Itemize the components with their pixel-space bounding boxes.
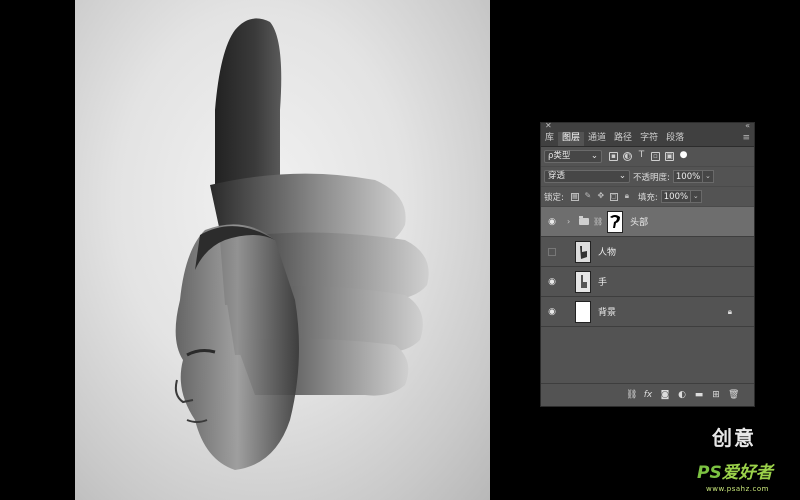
blend-mode-dropdown[interactable]: 穿透 ⌄ bbox=[544, 170, 630, 183]
tab-layers[interactable]: 图层 bbox=[558, 132, 585, 146]
panel-bottom-toolbar: ⛓︎ fx ◙ ◐ ▬ ⊞ 🗑︎ bbox=[541, 383, 754, 406]
expand-chevron-icon[interactable]: › bbox=[567, 217, 575, 226]
lock-icons: ▦ ✎ ✥ ▢ 🔒︎ bbox=[570, 191, 631, 201]
adjustment-filter-icon[interactable]: ◐ bbox=[623, 152, 632, 161]
layer-name[interactable]: 手 bbox=[598, 275, 607, 288]
layer-row-head-group[interactable]: ◉ › ⛓︎ 头部 bbox=[541, 207, 754, 237]
hand-thumb-shape bbox=[581, 274, 587, 288]
filter-icons: ▪ ◐ T ▫ ▣ ● bbox=[609, 151, 688, 161]
panel-titlebar: ✕ « bbox=[541, 121, 754, 132]
chevron-down-icon: ⌄ bbox=[590, 151, 598, 161]
chevron-down-icon: ⌄ bbox=[618, 171, 626, 181]
tab-paragraph[interactable]: 段落 bbox=[662, 132, 688, 146]
watermark-brand: PS爱好者 bbox=[697, 458, 773, 483]
layer-mask-thumbnail[interactable] bbox=[607, 210, 624, 233]
layers-panel: ✕ « 库 图层 通道 路径 字符 段落 ≡ ρ类型 ⌄ ▪ ◐ T ▫ ▣ ●… bbox=[540, 121, 755, 407]
lock-position-icon[interactable]: ✥ bbox=[597, 191, 605, 201]
watermark-cn: 爱好者 bbox=[721, 463, 773, 483]
layer-name[interactable]: 头部 bbox=[630, 215, 648, 228]
document-canvas[interactable] bbox=[75, 0, 490, 500]
filter-toggle-icon[interactable]: ● bbox=[679, 151, 688, 161]
lock-transparent-icon[interactable]: ▦ bbox=[570, 192, 579, 201]
layer-thumbnail[interactable] bbox=[575, 240, 591, 263]
collapse-panel-icon[interactable]: « bbox=[745, 121, 750, 130]
lock-artboard-icon[interactable]: ▢ bbox=[609, 192, 618, 201]
thumbs-up-head-artwork bbox=[174, 18, 429, 470]
smart-object-filter-icon[interactable]: ▣ bbox=[665, 152, 674, 161]
layer-thumbnail[interactable] bbox=[575, 300, 591, 323]
shape-filter-icon[interactable]: ▫ bbox=[651, 152, 660, 161]
tab-paths[interactable]: 路径 bbox=[610, 132, 636, 146]
fill-chevron-icon[interactable]: ⌄ bbox=[690, 190, 702, 203]
folder-icon bbox=[579, 216, 589, 225]
filter-kind-dropdown[interactable]: ρ类型 ⌄ bbox=[544, 150, 602, 163]
eye-icon[interactable]: ◉ bbox=[541, 307, 563, 317]
layer-row-background[interactable]: ◉ 背景 🔒︎ bbox=[541, 297, 754, 327]
person-thumb-shape bbox=[580, 245, 587, 259]
filter-kind-label: ρ类型 bbox=[548, 151, 571, 161]
pixel-filter-icon[interactable]: ▪ bbox=[609, 152, 618, 161]
layer-row-person[interactable]: 人物 bbox=[541, 237, 754, 267]
lock-row: 锁定: ▦ ✎ ✥ ▢ 🔒︎ 填充: 100% ⌄ bbox=[541, 187, 754, 207]
eye-icon[interactable]: ◉ bbox=[541, 217, 563, 227]
adjustment-layer-icon[interactable]: ◐ bbox=[677, 390, 687, 400]
tab-channels[interactable]: 通道 bbox=[584, 132, 610, 146]
visibility-off-box[interactable] bbox=[548, 247, 556, 256]
layer-thumbnail[interactable] bbox=[575, 270, 591, 293]
link-chain-icon: ⛓︎ bbox=[593, 217, 604, 226]
layer-list: ◉ › ⛓︎ 头部 人物 ◉ 手 ◉ 背景 🔒︎ bbox=[541, 207, 754, 327]
fill-input[interactable]: 100% bbox=[660, 190, 691, 203]
blend-row: 穿透 ⌄ 不透明度: 100% ⌄ bbox=[541, 167, 754, 187]
panel-tabs: 库 图层 通道 路径 字符 段落 ≡ bbox=[541, 132, 754, 147]
lock-all-icon[interactable]: 🔒︎ bbox=[623, 191, 631, 201]
close-panel-icon[interactable]: ✕ bbox=[545, 121, 552, 130]
fx-icon[interactable]: fx bbox=[643, 390, 653, 400]
layer-name[interactable]: 背景 bbox=[598, 305, 616, 318]
add-mask-icon[interactable]: ◙ bbox=[660, 390, 670, 400]
type-filter-icon[interactable]: T bbox=[637, 151, 646, 161]
tab-library[interactable]: 库 bbox=[541, 132, 558, 146]
watermark-title: 创意 bbox=[712, 426, 756, 450]
panel-menu-icon[interactable]: ≡ bbox=[742, 132, 750, 145]
lock-image-icon[interactable]: ✎ bbox=[584, 191, 592, 201]
layer-row-hand[interactable]: ◉ 手 bbox=[541, 267, 754, 297]
tab-character[interactable]: 字符 bbox=[636, 132, 662, 146]
watermark-url: www.psahz.com bbox=[706, 485, 769, 493]
opacity-input[interactable]: 100% bbox=[672, 170, 703, 183]
trash-icon[interactable]: 🗑︎ bbox=[728, 390, 739, 400]
lock-label: 锁定: bbox=[544, 192, 564, 203]
new-layer-icon[interactable]: ⊞ bbox=[711, 390, 721, 400]
fill-label: 填充: bbox=[637, 192, 658, 203]
layer-name[interactable]: 人物 bbox=[598, 245, 616, 258]
watermark-ps: PS bbox=[697, 463, 722, 483]
opacity-chevron-icon[interactable]: ⌄ bbox=[702, 170, 714, 183]
eye-icon[interactable]: ◉ bbox=[541, 277, 563, 287]
blend-mode-label: 穿透 bbox=[548, 171, 566, 181]
mask-shape bbox=[610, 214, 621, 228]
filter-row: ρ类型 ⌄ ▪ ◐ T ▫ ▣ ● bbox=[541, 147, 754, 167]
new-group-icon[interactable]: ▬ bbox=[694, 390, 704, 400]
opacity-label: 不透明度: bbox=[633, 172, 670, 183]
lock-icon: 🔒︎ bbox=[727, 307, 732, 316]
link-layers-icon[interactable]: ⛓︎ bbox=[626, 390, 637, 400]
